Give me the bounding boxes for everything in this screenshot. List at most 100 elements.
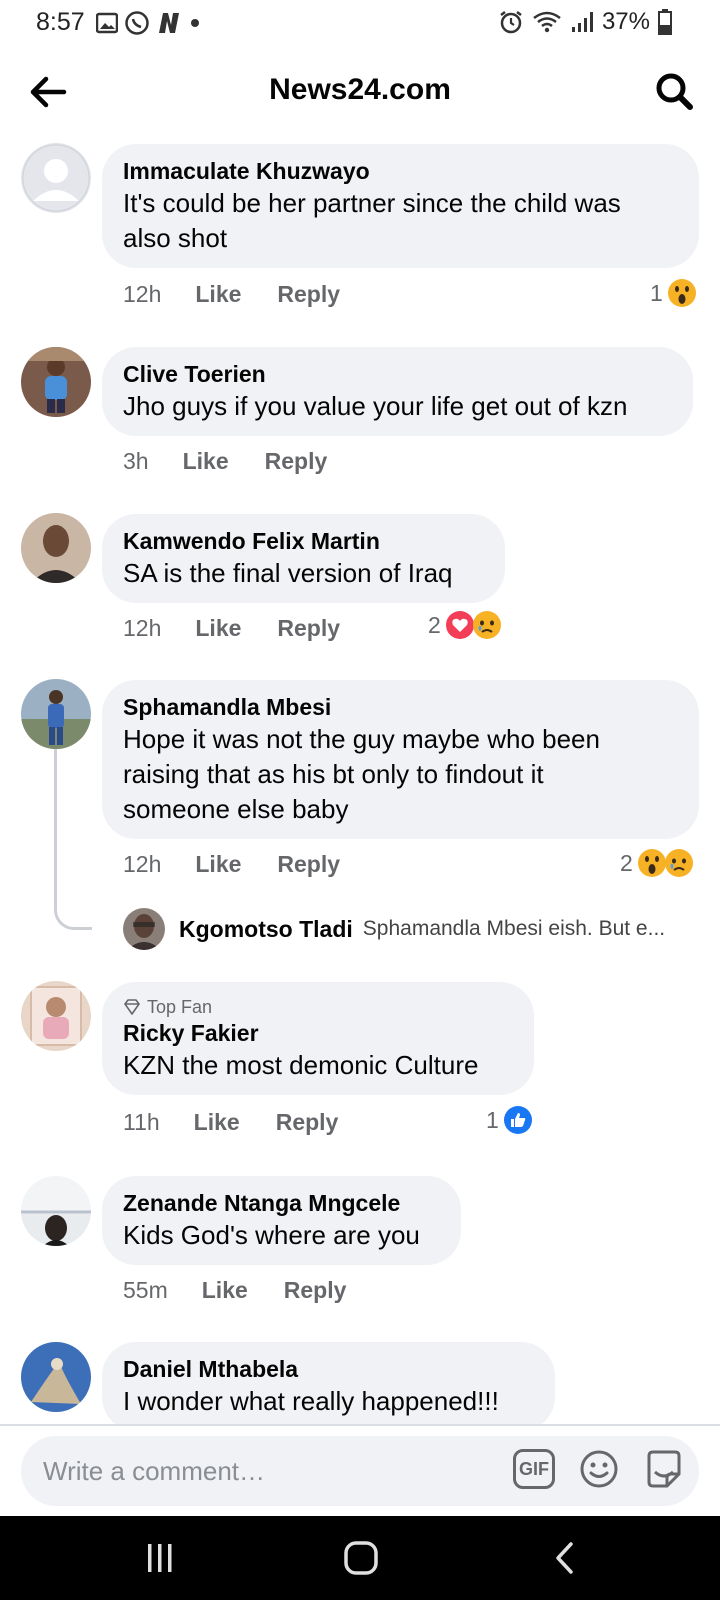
gallery-icon	[96, 12, 118, 34]
comment-actions: 11h Like Reply	[123, 1109, 338, 1136]
comment-author[interactable]: Clive Toerien	[123, 359, 673, 389]
alarm-icon	[500, 11, 522, 34]
reply-button[interactable]: Reply	[265, 448, 328, 475]
comment-placeholder: Write a comment…	[43, 1456, 266, 1486]
system-nav-bar	[0, 1516, 720, 1600]
sad-reaction-icon	[664, 849, 693, 877]
reply-button[interactable]: Reply	[276, 1109, 339, 1136]
comment-text: Hope it was not the guy maybe who been	[123, 724, 600, 754]
comment-text: SA is the final version of Iraq	[123, 558, 453, 588]
avatar[interactable]	[21, 679, 91, 749]
search-icon	[656, 73, 693, 110]
badge-label: Top Fan	[147, 997, 213, 1017]
reply-button[interactable]: Reply	[284, 1277, 347, 1304]
comment-bubble[interactable]: Daniel Mthabela I wonder what really hap…	[102, 1342, 555, 1431]
comment-text: raising that as his bt only to findout i…	[123, 759, 544, 789]
page-header: News24.com	[0, 58, 720, 124]
reaction-count: 1	[650, 279, 663, 306]
comment-author[interactable]: Zenande Ntanga Mngcele	[123, 1188, 441, 1218]
comment-time[interactable]: 55m	[123, 1277, 168, 1304]
comment-author[interactable]: Daniel Mthabela	[123, 1354, 535, 1384]
status-notification-icons	[96, 10, 202, 36]
reactions-summary[interactable]: 1	[486, 1105, 533, 1135]
reactions-summary[interactable]: 2	[428, 610, 502, 640]
love-reaction-icon	[445, 611, 474, 639]
comment-time[interactable]: 3h	[123, 448, 149, 475]
avatar[interactable]	[21, 143, 91, 213]
whatsapp-icon	[125, 11, 149, 35]
avatar[interactable]	[21, 513, 91, 583]
comment-time[interactable]: 12h	[123, 851, 161, 878]
reaction-count: 2	[620, 849, 633, 876]
reply-preview[interactable]: Kgomotso Tladi Sphamandla Mbesi eish. Bu…	[123, 908, 665, 950]
like-button[interactable]: Like	[202, 1277, 248, 1304]
comment-text: I wonder what really happened!!!	[123, 1386, 499, 1416]
comment-bubble[interactable]: Kamwendo Felix Martin SA is the final ve…	[102, 514, 505, 603]
reply-button[interactable]: Reply	[277, 281, 340, 308]
avatar[interactable]	[21, 347, 91, 417]
like-reaction-icon	[503, 1106, 532, 1134]
comment-actions: 12h Like Reply	[123, 615, 340, 642]
reply-text: Sphamandla Mbesi eish. But e...	[362, 917, 666, 940]
battery-percent: 37%	[601, 8, 650, 35]
reactions-summary[interactable]: 1	[650, 278, 697, 308]
comment-bubble[interactable]: Zenande Ntanga Mngcele Kids God's where …	[102, 1176, 461, 1265]
search-button[interactable]	[650, 68, 698, 116]
home-button[interactable]	[331, 1536, 391, 1580]
reactions-summary[interactable]: 2	[620, 848, 694, 878]
reply-button[interactable]: Reply	[277, 851, 340, 878]
comment-text: KZN the most demonic Culture	[123, 1050, 479, 1080]
comment-time[interactable]: 12h	[123, 281, 161, 308]
comment-actions: 12h Like Reply	[123, 281, 340, 308]
nav-back-button[interactable]	[535, 1536, 595, 1580]
sticker-icon[interactable]	[643, 1448, 685, 1490]
signal-icon	[571, 12, 593, 32]
reply-author[interactable]: Kgomotso Tladi	[179, 916, 353, 943]
comment-bubble[interactable]: Immaculate Khuzwayo It's could be her pa…	[102, 144, 699, 268]
comment-text: Jho guys if you value your life get out …	[123, 391, 628, 421]
comment-text: Kids God's where are you	[123, 1220, 420, 1250]
battery-icon	[658, 9, 672, 35]
like-button[interactable]: Like	[195, 281, 241, 308]
comment-author[interactable]: Kamwendo Felix Martin	[123, 526, 485, 556]
comment-time[interactable]: 12h	[123, 615, 161, 642]
wifi-icon	[533, 11, 561, 33]
avatar[interactable]	[21, 1342, 91, 1412]
top-fan-badge: Top Fan	[123, 996, 514, 1018]
wow-reaction-icon	[637, 849, 666, 877]
status-bar: 8:57 37%	[0, 0, 720, 46]
wow-reaction-icon	[667, 279, 696, 307]
reaction-count: 1	[486, 1106, 499, 1133]
comment-text: someone else baby	[123, 794, 349, 824]
comment-author[interactable]: Ricky Fakier	[123, 1018, 514, 1048]
comment-bubble[interactable]: Sphamandla Mbesi Hope it was not the guy…	[102, 680, 699, 839]
comment-composer: Write a comment… GIF	[0, 1426, 720, 1516]
news-app-icon	[159, 13, 179, 33]
comment-author[interactable]: Immaculate Khuzwayo	[123, 156, 679, 186]
comment-text: also shot	[123, 223, 228, 253]
avatar[interactable]	[21, 1176, 91, 1246]
comment-time[interactable]: 11h	[123, 1109, 160, 1136]
comment-actions: 3h Like Reply	[123, 448, 327, 475]
like-button[interactable]: Like	[183, 448, 229, 475]
page-title: News24.com	[269, 73, 451, 106]
home-icon	[344, 1541, 378, 1575]
comment-actions: 12h Like Reply	[123, 851, 340, 878]
comment-input[interactable]: Write a comment… GIF	[21, 1436, 699, 1506]
emoji-icon[interactable]	[579, 1449, 619, 1489]
comment-bubble[interactable]: Top Fan Ricky Fakier KZN the most demoni…	[102, 982, 534, 1095]
avatar[interactable]	[123, 908, 165, 950]
like-button[interactable]: Like	[195, 851, 241, 878]
reply-button[interactable]: Reply	[277, 615, 340, 642]
dot-icon	[191, 19, 199, 27]
comment-author[interactable]: Sphamandla Mbesi	[123, 692, 679, 722]
avatar[interactable]	[21, 981, 91, 1051]
sad-reaction-icon	[472, 611, 501, 639]
recents-button[interactable]	[130, 1536, 190, 1580]
diamond-icon	[124, 999, 140, 1015]
like-button[interactable]: Like	[194, 1109, 240, 1136]
status-time: 8:57	[36, 8, 85, 36]
comment-bubble[interactable]: Clive Toerien Jho guys if you value your…	[102, 347, 693, 436]
gif-button[interactable]: GIF	[513, 1449, 555, 1489]
like-button[interactable]: Like	[195, 615, 241, 642]
